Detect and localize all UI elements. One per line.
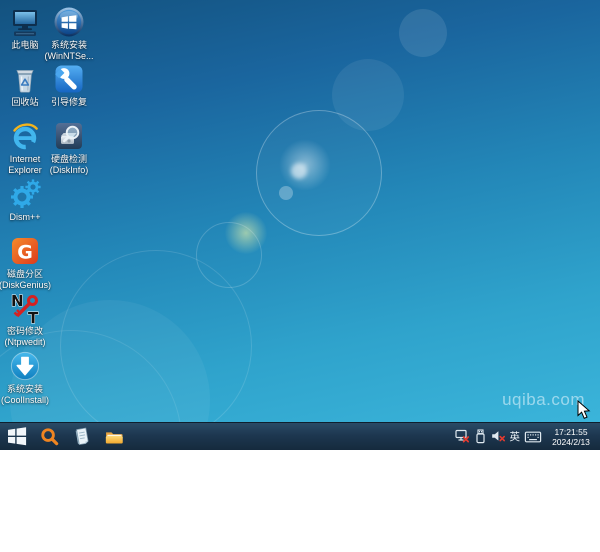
svg-text:N: N (11, 292, 24, 310)
system-tray: 英 17:21:55 2024/2/13 (454, 427, 600, 447)
desktop-icon-boot-repair[interactable]: 引导修复 (42, 63, 96, 108)
network-disconnected-icon (455, 429, 470, 444)
desktop-icon-diskinfo[interactable]: 硬盘检测(DiskInfo) (42, 120, 96, 176)
svg-text:T: T (28, 309, 39, 324)
file-explorer-icon (104, 427, 124, 447)
icon-label: 系统安装(WinNTSe... (44, 40, 93, 62)
icon-label: 密码修改(Ntpwedit) (4, 326, 45, 348)
internet-explorer-icon (9, 120, 41, 152)
start-icon (8, 427, 27, 446)
system-install-icon (9, 350, 41, 382)
clock-time: 17:21:55 (545, 427, 597, 437)
lens-flare (60, 250, 252, 442)
network-status-button[interactable] (455, 429, 471, 445)
desktop-icon-dism[interactable]: Dism++ (0, 178, 52, 223)
touch-keyboard-icon (524, 430, 542, 444)
file-explorer-button[interactable] (100, 423, 127, 450)
desktop-icon-coolinstall[interactable]: 系统安装(CoolInstall) (0, 350, 52, 406)
notepad-button[interactable] (68, 423, 95, 450)
notepad-icon (72, 427, 91, 446)
lens-flare (291, 163, 307, 179)
desktop-icon-winntsetup[interactable]: 系统安装(WinNTSe... (42, 6, 96, 62)
password-edit-icon: N T (9, 292, 41, 324)
icon-label: Dism++ (9, 212, 40, 223)
icon-label: 硬盘检测(DiskInfo) (50, 154, 89, 176)
lens-flare (196, 222, 262, 288)
svg-text:G: G (17, 242, 33, 264)
disk-check-icon (53, 120, 85, 152)
watermark: uqiba.com (502, 390, 585, 410)
icon-label: 磁盘分区(DiskGenius) (0, 269, 51, 291)
desktop-background[interactable]: 此电脑 系统安装(WinNTSe... (0, 0, 600, 450)
this-pc-icon (9, 6, 41, 38)
icon-label: 系统安装(CoolInstall) (1, 384, 49, 406)
volume-button[interactable] (491, 429, 507, 445)
search-button[interactable] (36, 423, 63, 450)
desktop-icon-diskgenius[interactable]: G 磁盘分区(DiskGenius) (0, 235, 52, 291)
usb-device-icon (473, 429, 488, 444)
taskbar-clock[interactable]: 17:21:55 2024/2/13 (545, 427, 597, 447)
recycle-bin-icon (9, 63, 41, 95)
lens-flare (279, 186, 293, 200)
winntsetup-icon (53, 6, 85, 38)
search-icon (40, 427, 59, 446)
disk-partition-icon: G (9, 235, 41, 267)
boot-repair-icon (53, 63, 85, 95)
clock-date: 2024/2/13 (545, 437, 597, 447)
lens-flare (225, 212, 267, 254)
start-button[interactable] (4, 423, 31, 450)
lens-flare (332, 59, 404, 131)
icon-label: InternetExplorer (8, 154, 42, 176)
icon-label: 引导修复 (51, 97, 87, 108)
usb-device-button[interactable] (473, 429, 489, 445)
icon-label: 此电脑 (11, 40, 38, 51)
lens-flare (256, 110, 382, 236)
volume-muted-icon (491, 429, 506, 444)
touch-keyboard-button[interactable] (523, 429, 542, 445)
dism-icon (9, 178, 41, 210)
icon-label: 回收站 (11, 97, 38, 108)
ime-language-indicator[interactable]: 英 (508, 429, 523, 444)
desktop-icon-ntpwedit[interactable]: N T 密码修改(Ntpwedit) (0, 292, 52, 348)
lens-flare (399, 9, 447, 57)
lens-flare (279, 139, 331, 191)
taskbar: 英 17:21:55 2024/2/13 (0, 422, 600, 450)
